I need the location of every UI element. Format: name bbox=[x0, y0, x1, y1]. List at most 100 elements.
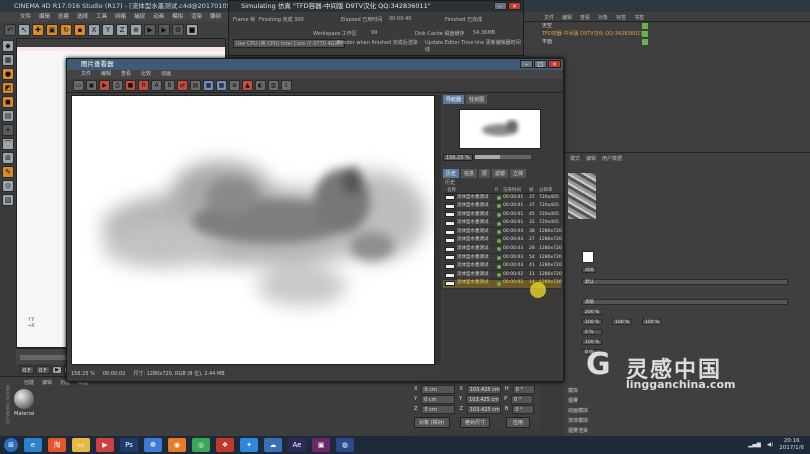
material-swatch[interactable] bbox=[14, 389, 34, 409]
clock[interactable]: 20:16 2017/1/6 bbox=[779, 438, 804, 452]
attr-section[interactable]: 动画模拟 bbox=[568, 407, 588, 414]
attr-pct-1[interactable]: 200 % bbox=[582, 309, 602, 315]
x-axis-icon[interactable]: X bbox=[88, 24, 100, 36]
menu-item[interactable]: 捕捉 bbox=[134, 12, 145, 22]
play-icon[interactable]: ▶ bbox=[52, 366, 62, 374]
attr-section[interactable]: 烟雾渲染 bbox=[568, 427, 588, 434]
zoom-slider[interactable] bbox=[474, 155, 531, 159]
render-image[interactable] bbox=[71, 95, 435, 365]
rotate-icon[interactable]: ↻ bbox=[60, 24, 72, 36]
z-axis-icon[interactable]: Z bbox=[116, 24, 128, 36]
tab-history[interactable]: 历史 bbox=[443, 169, 460, 178]
menu-item[interactable]: 选择 bbox=[77, 12, 88, 22]
cloud-disk-icon[interactable]: ☁ bbox=[264, 438, 282, 452]
close-icon[interactable]: × bbox=[508, 2, 521, 10]
tab-stereo[interactable]: 立体 bbox=[510, 169, 527, 178]
undo-icon[interactable]: ↶ bbox=[4, 24, 16, 36]
attr-section[interactable]: 烟雾 bbox=[568, 397, 578, 404]
minimize-icon[interactable]: – bbox=[520, 60, 533, 68]
ae-export-icon[interactable]: ▣ bbox=[312, 438, 330, 452]
pos-x-field[interactable]: 0 cm bbox=[421, 385, 456, 394]
export-icon[interactable]: ⇩ bbox=[281, 80, 292, 91]
taobao-icon[interactable]: 淘 bbox=[48, 438, 66, 452]
attr-section[interactable]: 模拟 bbox=[568, 387, 578, 394]
om-menu-item[interactable]: 编辑 bbox=[562, 14, 572, 21]
save-icon[interactable]: ▣ bbox=[86, 80, 97, 91]
bird-icon[interactable]: ✦ bbox=[240, 438, 258, 452]
current-frame-field[interactable]: 0 F bbox=[36, 366, 50, 374]
device-dropdown[interactable]: Use CPU (英 CPU) Intel Core i7-3770 4G/8T bbox=[233, 39, 346, 48]
viewer-menu-item[interactable]: 编辑 bbox=[101, 70, 111, 79]
apply-button[interactable]: 应用 bbox=[505, 417, 530, 428]
view-2-icon[interactable]: ▦ bbox=[216, 80, 227, 91]
viewer-menu-item[interactable]: 比较 bbox=[141, 70, 151, 79]
tab-histogram[interactable]: 柱状图 bbox=[466, 95, 488, 104]
folder-icon[interactable]: ▭ bbox=[72, 438, 90, 452]
render-view-icon[interactable]: ▶ bbox=[144, 24, 156, 36]
grid-icon[interactable]: ▧ bbox=[2, 194, 14, 206]
select-icon[interactable]: ↖ bbox=[18, 24, 30, 36]
red-channel-icon[interactable]: R bbox=[138, 80, 149, 91]
attr-tab[interactable]: 模式 bbox=[570, 155, 580, 162]
menu-item[interactable]: 渲染 bbox=[191, 12, 202, 22]
attr-pct-6[interactable]: 100 % bbox=[582, 339, 602, 345]
attr-field-1[interactable]: 400 bbox=[582, 267, 596, 273]
menu-item[interactable]: 工具 bbox=[96, 12, 107, 22]
viewer-menu-item[interactable]: 文件 bbox=[81, 70, 91, 79]
render-pv-icon[interactable]: ▶ bbox=[158, 24, 170, 36]
attr-tab[interactable]: 用户数据 bbox=[602, 155, 622, 162]
y-axis-icon[interactable]: Y bbox=[102, 24, 114, 36]
coord-mode-dropdown[interactable]: 对象 (相对) bbox=[414, 417, 450, 428]
after-effects-icon[interactable]: Ae bbox=[288, 438, 306, 452]
render-icon[interactable]: ▶ bbox=[99, 80, 110, 91]
size-mode-dropdown[interactable]: 绝对尺寸 bbox=[460, 417, 491, 428]
attr-pct-4[interactable]: 100 % bbox=[642, 319, 662, 325]
col-time[interactable]: 渲染时间 bbox=[503, 187, 529, 193]
om-menu-item[interactable]: 文件 bbox=[544, 14, 554, 21]
color-swatch[interactable] bbox=[582, 251, 594, 263]
menu-item[interactable]: 雕刻 bbox=[210, 12, 221, 22]
om-menu-item[interactable]: 对象 bbox=[598, 14, 608, 21]
attr-pct-2[interactable]: 100 % bbox=[582, 319, 602, 325]
viewer-menu-item[interactable]: 动画 bbox=[161, 70, 171, 79]
menu-item[interactable]: 编辑 bbox=[39, 12, 50, 22]
ie-icon[interactable]: e bbox=[24, 438, 42, 452]
photoshop-icon[interactable]: Ps bbox=[120, 438, 138, 452]
texture-mode-icon[interactable]: ▦ bbox=[2, 54, 14, 66]
coord-system-icon[interactable]: ⊕ bbox=[130, 24, 142, 36]
model-mode-icon[interactable]: ◆ bbox=[2, 40, 14, 52]
tab-layers[interactable]: 层 bbox=[479, 169, 491, 178]
scale-icon[interactable]: ▣ bbox=[46, 24, 58, 36]
menu-item[interactable]: 创建 bbox=[58, 12, 69, 22]
mat-tab[interactable]: 创建 bbox=[24, 379, 34, 386]
om-menu-item[interactable]: 查看 bbox=[580, 14, 590, 21]
om-menu-item[interactable]: 标签 bbox=[616, 14, 626, 21]
cube-icon[interactable]: ■ bbox=[186, 24, 198, 36]
move-icon[interactable]: ✚ bbox=[32, 24, 44, 36]
close-icon[interactable]: × bbox=[548, 60, 561, 68]
swap-icon[interactable]: ⇄ bbox=[177, 80, 188, 91]
attr-tab[interactable]: 编辑 bbox=[586, 155, 596, 162]
size-x-field[interactable]: 103.425 cm bbox=[466, 385, 501, 394]
rot-h-field[interactable]: 0 ° bbox=[512, 385, 535, 394]
size-z-field[interactable]: 103.425 cm bbox=[466, 405, 501, 414]
uv-mode-icon[interactable]: ▤ bbox=[2, 110, 14, 122]
tab-filter[interactable]: 滤镜 bbox=[492, 169, 509, 178]
cinema4d-icon[interactable]: ◍ bbox=[336, 438, 354, 452]
mat-tab[interactable]: 编辑 bbox=[42, 379, 52, 386]
firefox-icon[interactable]: ◉ bbox=[168, 438, 186, 452]
viewer-scrollbar[interactable] bbox=[435, 95, 441, 365]
navigator-thumbnail[interactable] bbox=[459, 109, 541, 149]
gift-icon[interactable]: ❖ bbox=[216, 438, 234, 452]
col-r[interactable]: R bbox=[495, 187, 503, 193]
sculpt-icon[interactable]: ✎ bbox=[2, 166, 14, 178]
volume-icon[interactable]: ◀) bbox=[767, 442, 773, 448]
visible-check-icon[interactable] bbox=[642, 31, 648, 37]
start-icon[interactable]: ⊞ bbox=[4, 438, 18, 452]
pos-y-field[interactable]: 0 cm bbox=[421, 395, 456, 404]
workplane-icon[interactable]: ⊞ bbox=[2, 152, 14, 164]
edges-mode-icon[interactable]: ◩ bbox=[2, 82, 14, 94]
col-res[interactable]: 分辨率 bbox=[539, 187, 561, 193]
tab-info[interactable]: 信息 bbox=[461, 169, 478, 178]
lut-icon[interactable]: ▥ bbox=[268, 80, 279, 91]
